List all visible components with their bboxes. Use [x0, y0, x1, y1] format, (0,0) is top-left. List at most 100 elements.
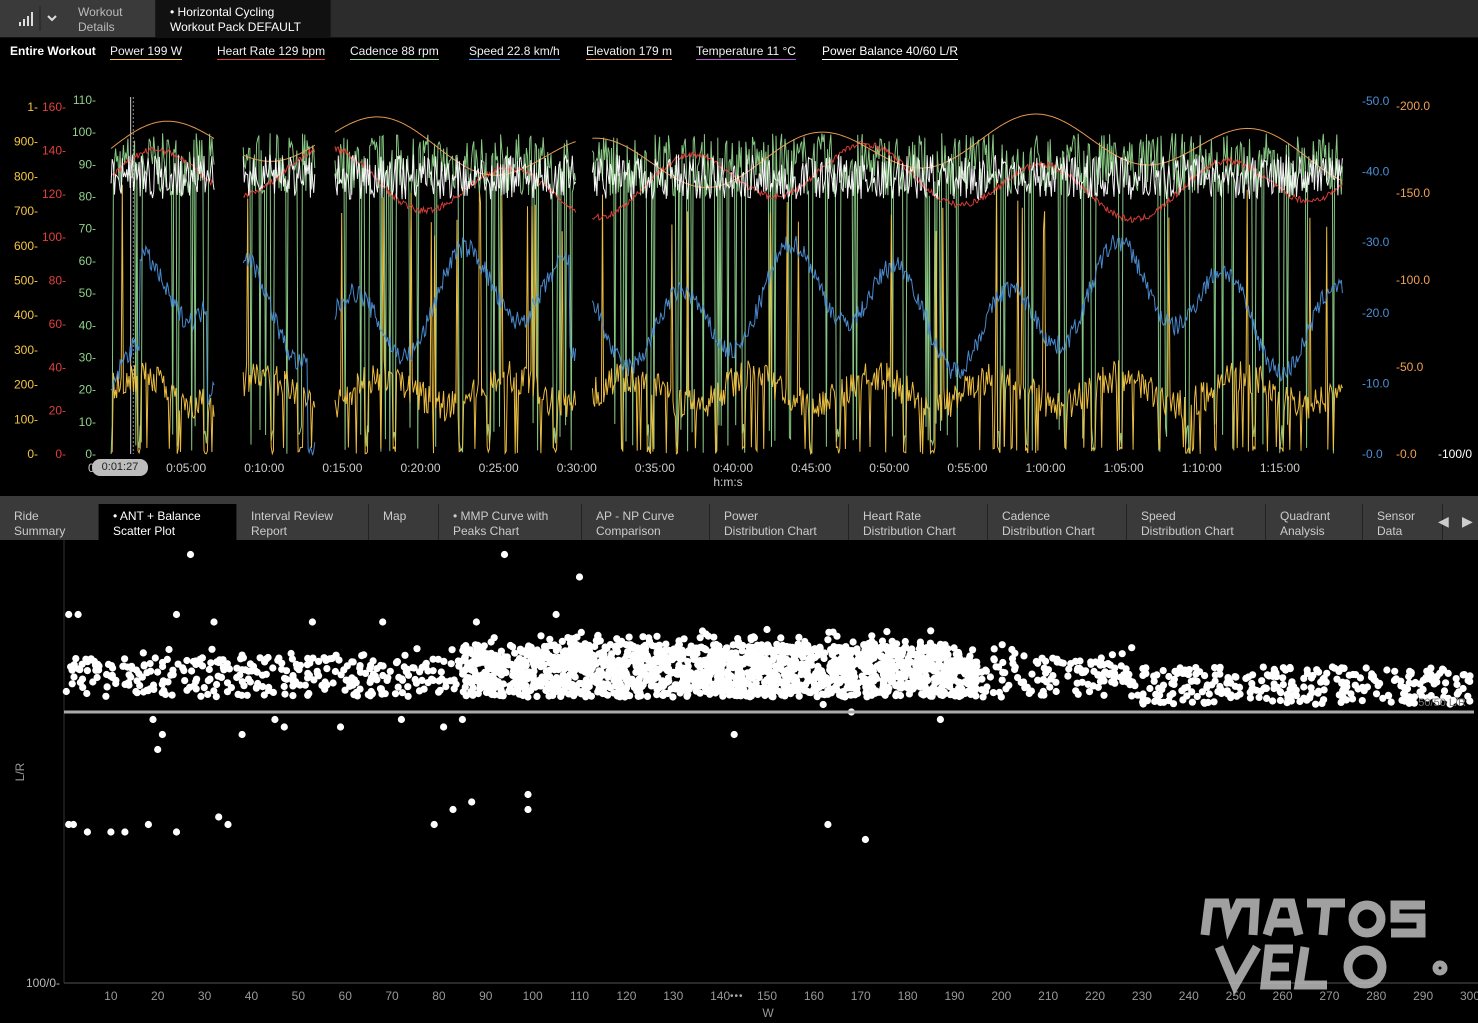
axis-cadence-tick: 50-	[79, 286, 96, 300]
scatter-point	[513, 667, 522, 675]
scatter-point	[1073, 679, 1081, 687]
scope-label[interactable]: Entire Workout	[10, 44, 96, 58]
scatter-point	[83, 689, 91, 698]
tab-workout-details[interactable]: Workout Details	[64, 0, 156, 37]
scatter-point	[470, 667, 479, 675]
scatter-points[interactable]	[62, 550, 1474, 844]
arrow-right-icon[interactable]: ▶	[1462, 513, 1473, 530]
scatter-point	[849, 638, 857, 646]
scatter-point	[671, 681, 679, 689]
scatter-point	[839, 674, 847, 683]
legend-power-balance[interactable]: Power Balance 40/60 L/R	[822, 44, 959, 60]
view-menu-button[interactable]	[0, 0, 65, 37]
axis-heart-rate-tick: 60-	[49, 317, 66, 331]
scatter-point	[336, 723, 345, 731]
scatter-point	[1128, 644, 1136, 652]
scatter-point	[1385, 692, 1393, 700]
scatter-point	[378, 687, 386, 695]
scatter-point	[429, 667, 437, 675]
scatter-point	[1216, 670, 1224, 678]
scatter-point	[997, 693, 1005, 701]
scatter-point	[265, 683, 273, 691]
scatter-point	[1300, 674, 1308, 682]
scatter-point	[169, 671, 177, 679]
scatter-point	[1020, 652, 1028, 660]
scatter-point	[1315, 668, 1323, 676]
scatter-point	[1011, 663, 1019, 671]
scatter-point	[1139, 698, 1147, 706]
axis-balance-tick: 100-	[14, 412, 38, 426]
scatter-point	[784, 658, 793, 667]
scatter-point	[1307, 674, 1316, 682]
scatter-point	[990, 645, 998, 653]
scatter-point	[600, 662, 608, 670]
tab-power-distribution-chart[interactable]: Power Distribution Chart	[710, 504, 849, 540]
x-axis-title: h:m:s	[713, 475, 742, 489]
legend-elevation[interactable]: Elevation 179 m	[586, 44, 673, 60]
x-tick-label: 110	[570, 989, 589, 1003]
tab-heart-rate-distribution-chart[interactable]: Heart Rate Distribution Chart	[849, 504, 988, 540]
scatter-point	[121, 828, 129, 836]
scatter-point	[710, 633, 718, 641]
scatter-point	[986, 673, 995, 681]
scatter-point	[734, 686, 742, 694]
scatter-point	[937, 691, 945, 699]
scatter-point	[570, 692, 578, 700]
scatter-point	[607, 653, 615, 662]
x-tick-label: 150	[757, 989, 777, 1003]
scatter-point	[391, 690, 400, 698]
legend-speed[interactable]: Speed 22.8 km/h	[469, 44, 560, 60]
scatter-point	[702, 630, 710, 638]
scatter-point	[720, 648, 728, 656]
tab-sensor-data[interactable]: Sensor Data	[1363, 504, 1443, 540]
legend-power[interactable]: Power 199 W	[110, 44, 183, 60]
panel-divider[interactable]: •••	[0, 496, 1478, 1002]
legend-heart-rate[interactable]: Heart Rate 129 bpm	[217, 44, 326, 60]
x-tick-label: 170	[851, 989, 871, 1003]
scatter-point	[637, 663, 645, 671]
scatter-point	[392, 659, 401, 667]
axis-cadence-tick: 10-	[79, 415, 96, 429]
scatter-point	[139, 649, 147, 657]
legend-cadence[interactable]: Cadence 88 rpm	[350, 44, 439, 60]
tab-mmp-curve-with-peaks-chart[interactable]: • MMP Curve with Peaks Chart	[439, 504, 582, 540]
scatter-point	[1169, 700, 1178, 708]
scatter-point	[1312, 700, 1320, 708]
scatter-point	[998, 676, 1006, 684]
arrow-left-icon[interactable]: ◀	[1438, 513, 1449, 530]
cursor-time-badge[interactable]: 0:01:27	[92, 459, 148, 476]
scatter-point	[262, 655, 270, 663]
workout-timeseries-chart[interactable]: 1- 900- 800- 700- 600- 500- 400- 300- 200- 100- 0-…	[0, 62, 1478, 496]
scatter-point	[140, 661, 148, 669]
scatter-point	[865, 679, 873, 687]
tab-map[interactable]: Map	[369, 504, 439, 540]
scatter-point	[398, 689, 406, 697]
tab-cadence-distribution-chart[interactable]: Cadence Distribution Chart	[988, 504, 1127, 540]
scatter-point	[529, 672, 537, 680]
scatter-point	[144, 687, 152, 695]
tab-ant-balance-scatter-plot[interactable]: • ANT + Balance Scatter Plot	[99, 504, 237, 540]
scatter-point	[120, 662, 128, 670]
scatter-point	[1057, 659, 1065, 667]
scatter-point	[990, 655, 998, 663]
scatter-point	[461, 653, 469, 661]
scatter-point	[395, 673, 403, 681]
tab-interval-review-report[interactable]: Interval Review Report	[237, 504, 369, 540]
tab-horizontal-cycling[interactable]: • Horizontal Cycling Workout Pack DEFAUL…	[156, 0, 331, 37]
scatter-point	[282, 675, 291, 683]
scatter-point	[616, 671, 624, 679]
axis-balance-tick: 500-	[14, 274, 38, 288]
tab-ap-np-curve-comparison[interactable]: AP - NP Curve Comparison	[582, 504, 710, 540]
scatter-point	[915, 645, 924, 653]
tab-ride-summary[interactable]: Ride Summary	[0, 504, 99, 540]
scatter-point	[1276, 696, 1284, 705]
legend-temperature[interactable]: Temperature 11 °C	[696, 44, 796, 60]
scatter-point	[794, 684, 802, 692]
time-tick-label: 0:30:00	[557, 461, 597, 475]
scatter-point	[210, 618, 218, 626]
scatter-point	[669, 693, 677, 701]
scatter-point	[1211, 664, 1219, 672]
scatter-point	[978, 668, 986, 676]
tab-speed-distribution-chart[interactable]: Speed Distribution Chart	[1127, 504, 1266, 540]
tab-quadrant-analysis[interactable]: Quadrant Analysis	[1266, 504, 1363, 540]
